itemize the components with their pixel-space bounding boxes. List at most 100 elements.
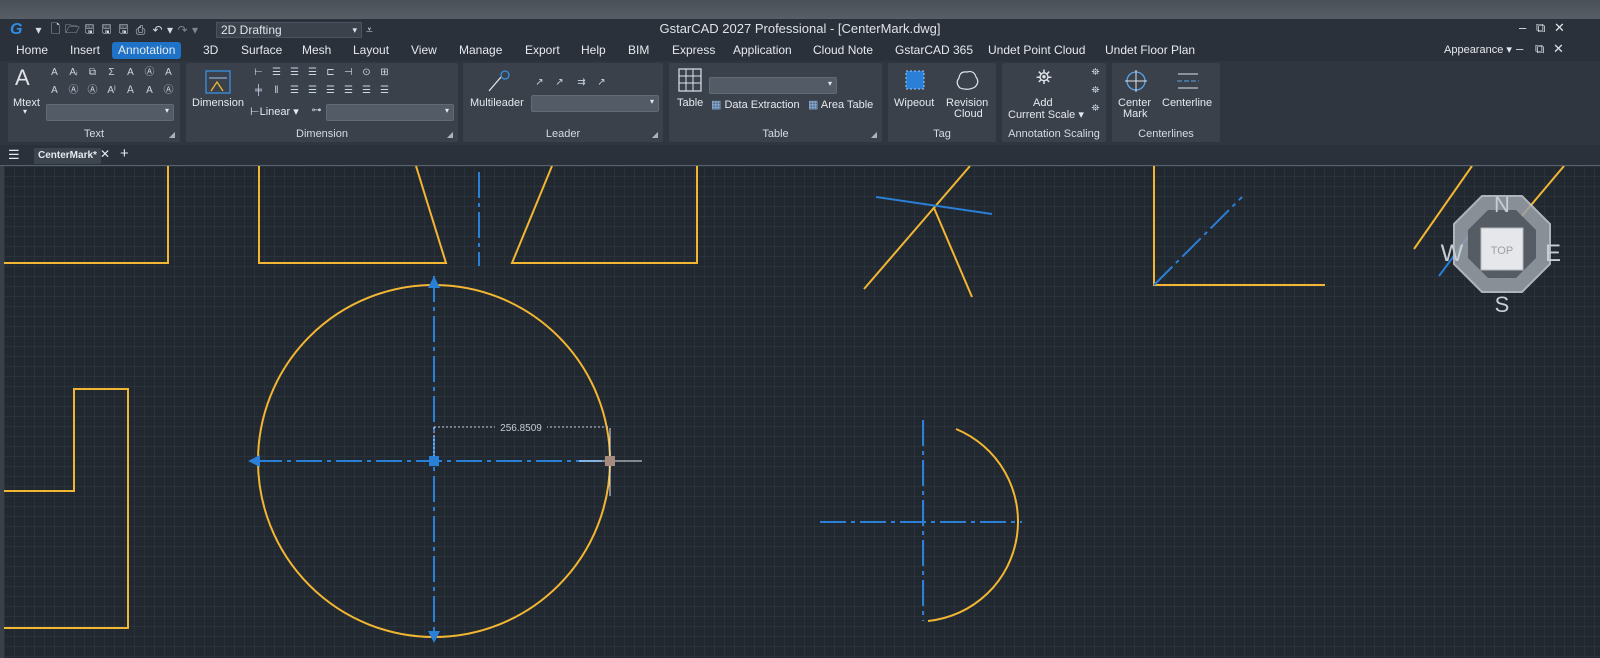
dim-radius-icon[interactable]: ☰	[378, 85, 391, 97]
tab-surface[interactable]: Surface	[235, 42, 288, 59]
tab-annotation[interactable]: Annotation	[112, 42, 182, 59]
hamburger-menu-icon[interactable]: ☰	[8, 147, 20, 163]
revision-cloud-label-2[interactable]: Cloud	[954, 108, 983, 120]
dim-jogged-icon[interactable]: ǁ	[270, 85, 283, 97]
dimension-button[interactable]: Dimension	[192, 97, 244, 109]
dim-update-icon[interactable]: ☰	[288, 85, 301, 97]
text-find-icon[interactable]: A	[143, 85, 156, 97]
tab-cloud-note[interactable]: Cloud Note	[807, 42, 879, 59]
center-mark-icon[interactable]	[1124, 69, 1148, 93]
tab-help[interactable]: Help	[575, 42, 612, 59]
wipeout-button[interactable]: Wipeout	[894, 97, 934, 109]
dim-baseline-icon[interactable]: ☰	[270, 67, 283, 79]
linear-dropdown[interactable]: ⊢Linear ▾	[250, 105, 299, 118]
dim-aligned-icon[interactable]: ⊢	[252, 67, 265, 79]
dim-break-icon[interactable]: ⊏	[324, 67, 337, 79]
add-leader-icon[interactable]: ↗	[533, 77, 546, 89]
dimension-icon[interactable]	[204, 69, 232, 95]
center-mark-label-2[interactable]: Mark	[1123, 108, 1147, 120]
dim-override-icon[interactable]: ☰	[324, 85, 337, 97]
dim-ordinate-icon[interactable]: ╪	[252, 85, 265, 97]
restore-icon[interactable]: ⧉	[1536, 20, 1545, 36]
text-edit-icon[interactable]: ⧉	[86, 67, 99, 79]
doc-restore-icon[interactable]: ⧉	[1535, 41, 1544, 57]
dim-center-icon[interactable]: ⊙	[360, 67, 373, 79]
tab-view[interactable]: View	[405, 42, 443, 59]
minimize-icon[interactable]: –	[1519, 20, 1526, 35]
wipeout-icon[interactable]	[904, 69, 926, 91]
panel-launcher-icon[interactable]: ◢	[169, 130, 175, 139]
tab-manage[interactable]: Manage	[453, 42, 508, 59]
close-tab-icon[interactable]: ✕	[100, 147, 110, 161]
scale-sync-icon[interactable]: ⛯	[1089, 85, 1102, 97]
mtext-icon[interactable]: A	[15, 65, 30, 91]
leader-style-combo[interactable]: ▾	[531, 95, 659, 112]
data-extraction-button[interactable]: ▦ Data Extraction	[711, 98, 800, 111]
text-spell-icon[interactable]: A	[48, 85, 61, 97]
tab-express[interactable]: Express	[666, 42, 721, 59]
table-style-combo[interactable]: ▾	[709, 77, 837, 94]
dim-arc-icon[interactable]: ☰	[360, 85, 373, 97]
text-superscript-icon[interactable]: Aᴵ	[105, 85, 118, 97]
polyline-bracket-slant	[258, 166, 448, 264]
tab-export[interactable]: Export	[519, 42, 566, 59]
doc-minimize-icon[interactable]: –	[1516, 41, 1523, 56]
tab-home[interactable]: Home	[10, 42, 54, 59]
tab-insert[interactable]: Insert	[64, 42, 106, 59]
tab-mesh[interactable]: Mesh	[296, 42, 337, 59]
appearance-menu[interactable]: Appearance ▾	[1438, 42, 1518, 59]
scale-list-icon[interactable]: ⛯	[1089, 67, 1102, 79]
new-tab-icon[interactable]: +	[120, 145, 129, 162]
scale-reset-icon[interactable]: ⛯	[1089, 103, 1102, 115]
dim-tedit-icon[interactable]: ☰	[342, 85, 355, 97]
panel-launcher-icon[interactable]: ◢	[652, 130, 658, 139]
close-icon[interactable]: ✕	[1554, 20, 1565, 36]
dim-style-combo[interactable]: ▾	[326, 104, 454, 121]
text-style-icon[interactable]: A	[48, 67, 61, 79]
polyline-left-bracket	[4, 166, 169, 264]
add-scale-icon[interactable]: ⛯	[1036, 67, 1052, 90]
drawing-canvas[interactable]: 256.8509 TOP N S E W	[4, 166, 1600, 658]
align-leader-icon[interactable]: ⇉	[575, 77, 588, 89]
doc-close-icon[interactable]: ✕	[1553, 41, 1564, 57]
text-box-icon[interactable]: Ⓐ	[86, 85, 99, 97]
text-style-combo[interactable]: ▾	[46, 104, 174, 121]
panel-launcher-icon[interactable]: ◢	[871, 130, 877, 139]
centerline-icon[interactable]	[1176, 71, 1200, 91]
text-frame-icon[interactable]: Ⓐ	[143, 67, 156, 79]
mtext-dropdown-icon[interactable]: ▾	[23, 107, 27, 116]
dim-reassociate-icon[interactable]: ☰	[306, 85, 319, 97]
centerline-button[interactable]: Centerline	[1162, 97, 1212, 109]
area-table-button[interactable]: ▦ Area Table	[808, 98, 873, 111]
dim-continue-icon[interactable]: ☰	[288, 67, 301, 79]
text-align-icon[interactable]: A	[124, 67, 137, 79]
table-icon[interactable]	[678, 68, 702, 92]
text-scale-icon[interactable]: Ａ	[124, 85, 137, 97]
tab-3d[interactable]: 3D	[197, 42, 224, 59]
tab-layout[interactable]: Layout	[347, 42, 395, 59]
revision-cloud-icon[interactable]	[954, 68, 980, 92]
document-tab[interactable]: CenterMark*	[34, 148, 101, 164]
sum-icon[interactable]: Σ	[105, 67, 118, 79]
text-case-icon[interactable]: A	[162, 67, 175, 79]
dim-oblique-icon[interactable]: ⊣	[342, 67, 355, 79]
text-fit-icon[interactable]: Ⓐ	[67, 85, 80, 97]
table-button[interactable]: Table	[677, 97, 703, 109]
tab-bim[interactable]: BIM	[622, 42, 655, 59]
dim-style-icon[interactable]: ⊶	[310, 105, 323, 117]
tab-undet-floor-plan[interactable]: Undet Floor Plan	[1099, 42, 1201, 59]
text-highlight-icon[interactable]: Ⓐ	[162, 85, 175, 97]
viewcube[interactable]: TOP N S E W	[1441, 192, 1561, 317]
tab-application[interactable]: Application	[727, 42, 798, 59]
text-height-icon[interactable]: Aᵢ	[67, 67, 80, 79]
tab-undet-point-cloud[interactable]: Undet Point Cloud	[982, 42, 1091, 59]
multileader-icon[interactable]	[485, 69, 515, 95]
panel-launcher-icon[interactable]: ◢	[447, 130, 453, 139]
add-scale-label-2[interactable]: Current Scale ▾	[1008, 108, 1084, 121]
multileader-button[interactable]: Multileader	[470, 97, 524, 109]
tab-gstarcad-365[interactable]: GstarCAD 365	[889, 42, 979, 59]
dim-space-icon[interactable]: ☰	[306, 67, 319, 79]
dim-inspect-icon[interactable]: ⊞	[378, 67, 391, 79]
remove-leader-icon[interactable]: ↗	[553, 77, 566, 89]
collect-leader-icon[interactable]: ↗	[595, 77, 608, 89]
